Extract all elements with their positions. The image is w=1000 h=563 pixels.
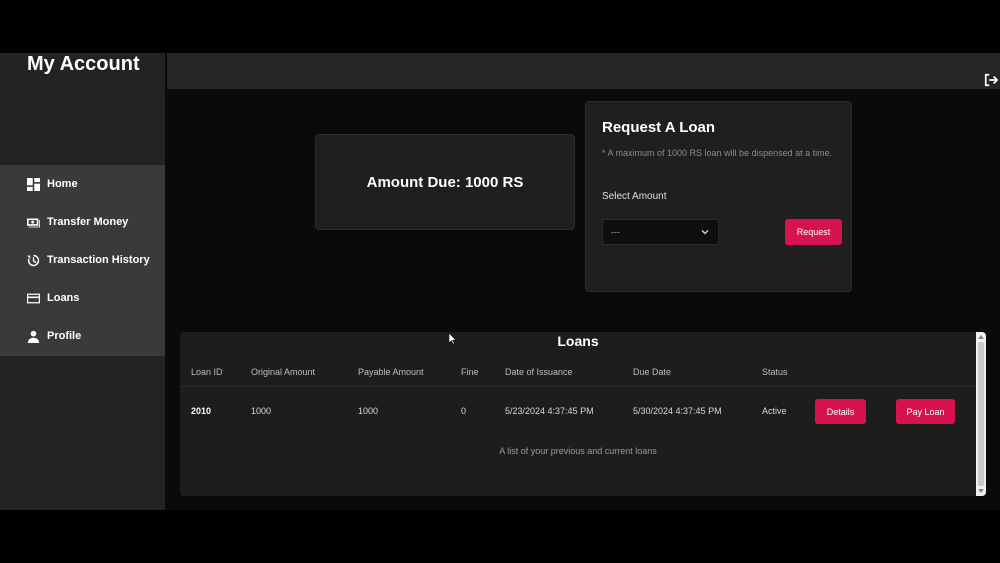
- table-caption: A list of your previous and current loan…: [499, 446, 657, 456]
- table-divider: [180, 386, 974, 387]
- dashboard-icon: [26, 177, 40, 191]
- loan-limit-note: * A maximum of 1000 RS loan will be disp…: [602, 148, 833, 158]
- sidebar-item-transaction-history[interactable]: Transaction History: [0, 241, 165, 279]
- column-header: Original Amount: [251, 367, 316, 377]
- amount-due-card: Amount Due: 1000 RS: [315, 134, 575, 230]
- details-button[interactable]: Details: [815, 399, 866, 424]
- cell-date-of-issuance: 5/23/2024 4:37:45 PM: [505, 406, 594, 416]
- sidebar-item-transfer-money[interactable]: Transfer Money: [0, 203, 165, 241]
- request-loan-card: Request A Loan * A maximum of 1000 RS lo…: [585, 101, 852, 292]
- sidebar-nav: Home Transfer Money Transaction History …: [0, 165, 165, 356]
- cell-fine: 0: [461, 406, 467, 416]
- loans-table-panel: Loans Loan ID Original Amount Payable Am…: [180, 332, 986, 496]
- user-icon: [26, 329, 40, 343]
- column-header: Fine: [461, 367, 479, 377]
- cell-loan-id: 2010: [191, 406, 212, 416]
- cell-payable-amount: 1000: [358, 406, 379, 416]
- sidebar-item-home[interactable]: Home: [0, 165, 165, 203]
- column-header: Due Date: [633, 367, 672, 377]
- cell-original-amount: 1000: [251, 406, 272, 416]
- sidebar-item-label: Transfer Money: [47, 216, 129, 228]
- scroll-down-arrow[interactable]: [978, 489, 984, 493]
- amount-select[interactable]: ---: [602, 219, 719, 245]
- column-header: Payable Amount: [358, 367, 424, 377]
- chevron-down-icon: [701, 228, 709, 236]
- card-icon: [26, 291, 40, 305]
- sidebar-item-profile[interactable]: Profile: [0, 317, 165, 355]
- request-loan-title: Request A Loan: [602, 119, 716, 136]
- amount-due-text: Amount Due: 1000 RS: [366, 173, 524, 191]
- scroll-up-arrow[interactable]: [978, 335, 984, 339]
- money-icon: [26, 215, 40, 229]
- sidebar-item-label: Loans: [47, 292, 80, 304]
- cell-due-date: 5/30/2024 4:37:45 PM: [633, 406, 722, 416]
- sidebar: My Account Home Transfer Money Transacti…: [0, 53, 165, 510]
- column-header: Loan ID: [191, 367, 223, 377]
- cell-status: Active: [762, 406, 787, 416]
- column-header: Date of Issuance: [505, 367, 573, 377]
- scrollbar[interactable]: [976, 332, 986, 496]
- scrollbar-thumb[interactable]: [978, 342, 984, 486]
- sidebar-item-label: Home: [47, 178, 78, 190]
- pay-loan-button[interactable]: Pay Loan: [896, 399, 955, 424]
- mouse-cursor-icon: [448, 332, 457, 345]
- column-header: Status: [762, 367, 788, 377]
- logout-icon[interactable]: [984, 73, 999, 88]
- loans-title: Loans: [557, 333, 599, 349]
- amount-select-value: ---: [611, 227, 620, 237]
- select-amount-label: Select Amount: [602, 191, 667, 202]
- sidebar-item-loans[interactable]: Loans: [0, 279, 165, 317]
- brand-title: My Account: [27, 53, 140, 75]
- history-icon: [26, 253, 40, 267]
- top-bar: [167, 53, 1000, 89]
- sidebar-item-label: Profile: [47, 330, 82, 342]
- app-window: My Account Home Transfer Money Transacti…: [0, 53, 1000, 510]
- sidebar-item-label: Transaction History: [47, 254, 150, 266]
- request-button[interactable]: Request: [785, 219, 842, 245]
